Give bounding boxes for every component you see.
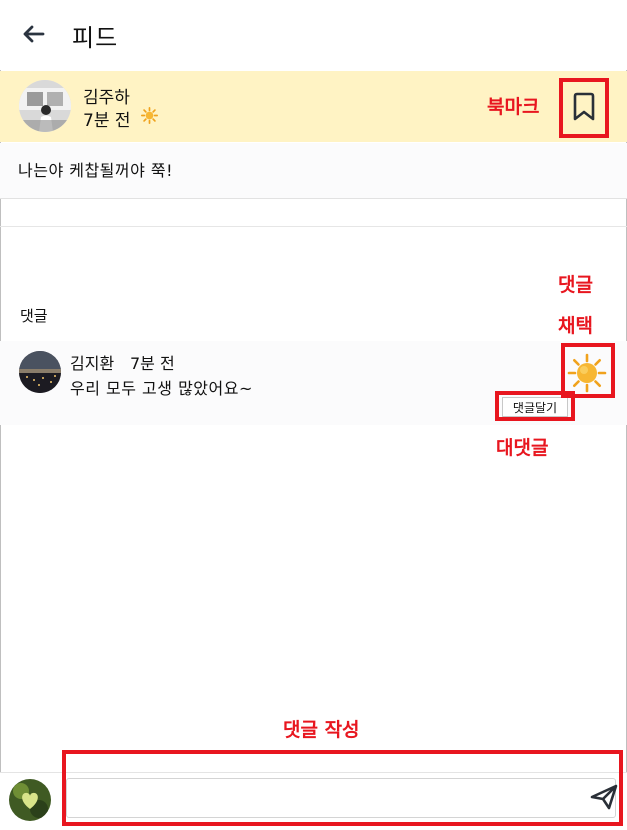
annotation-adopt-label-2: 채택 (558, 315, 593, 337)
post-time: 7분 전 (83, 111, 131, 131)
annotation-bookmark-box (559, 78, 609, 138)
comment-time: 7분 전 (130, 354, 175, 373)
annotation-adopt-label-1: 댓글 (558, 274, 593, 296)
post-text: 나는야 케찹될꺼야 쭉! (18, 161, 174, 180)
sun-icon (141, 107, 158, 124)
commenter-name[interactable]: 김지환 (70, 350, 114, 374)
back-button[interactable] (20, 20, 48, 48)
author-avatar[interactable] (19, 80, 71, 132)
annotation-bookmark-label: 북마크 (487, 96, 540, 118)
comment-text: 우리 모두 고생 많았어요~ (70, 379, 253, 398)
annotation-adopt-box (561, 343, 615, 398)
commenter-avatar[interactable] (19, 351, 61, 393)
annotation-reply-box (495, 391, 575, 421)
annotation-reply-label: 대댓글 (496, 437, 549, 459)
comments-label: 댓글 (20, 307, 48, 325)
page-title: 피드 (72, 24, 119, 52)
annotation-write-label: 댓글 작성 (283, 719, 360, 741)
my-avatar[interactable] (9, 779, 51, 821)
divider (0, 226, 627, 227)
top-header: 피드 (0, 0, 627, 70)
back-arrow-icon (23, 25, 45, 43)
author-name[interactable]: 김주하 (83, 83, 130, 108)
annotation-write-box (62, 750, 623, 826)
